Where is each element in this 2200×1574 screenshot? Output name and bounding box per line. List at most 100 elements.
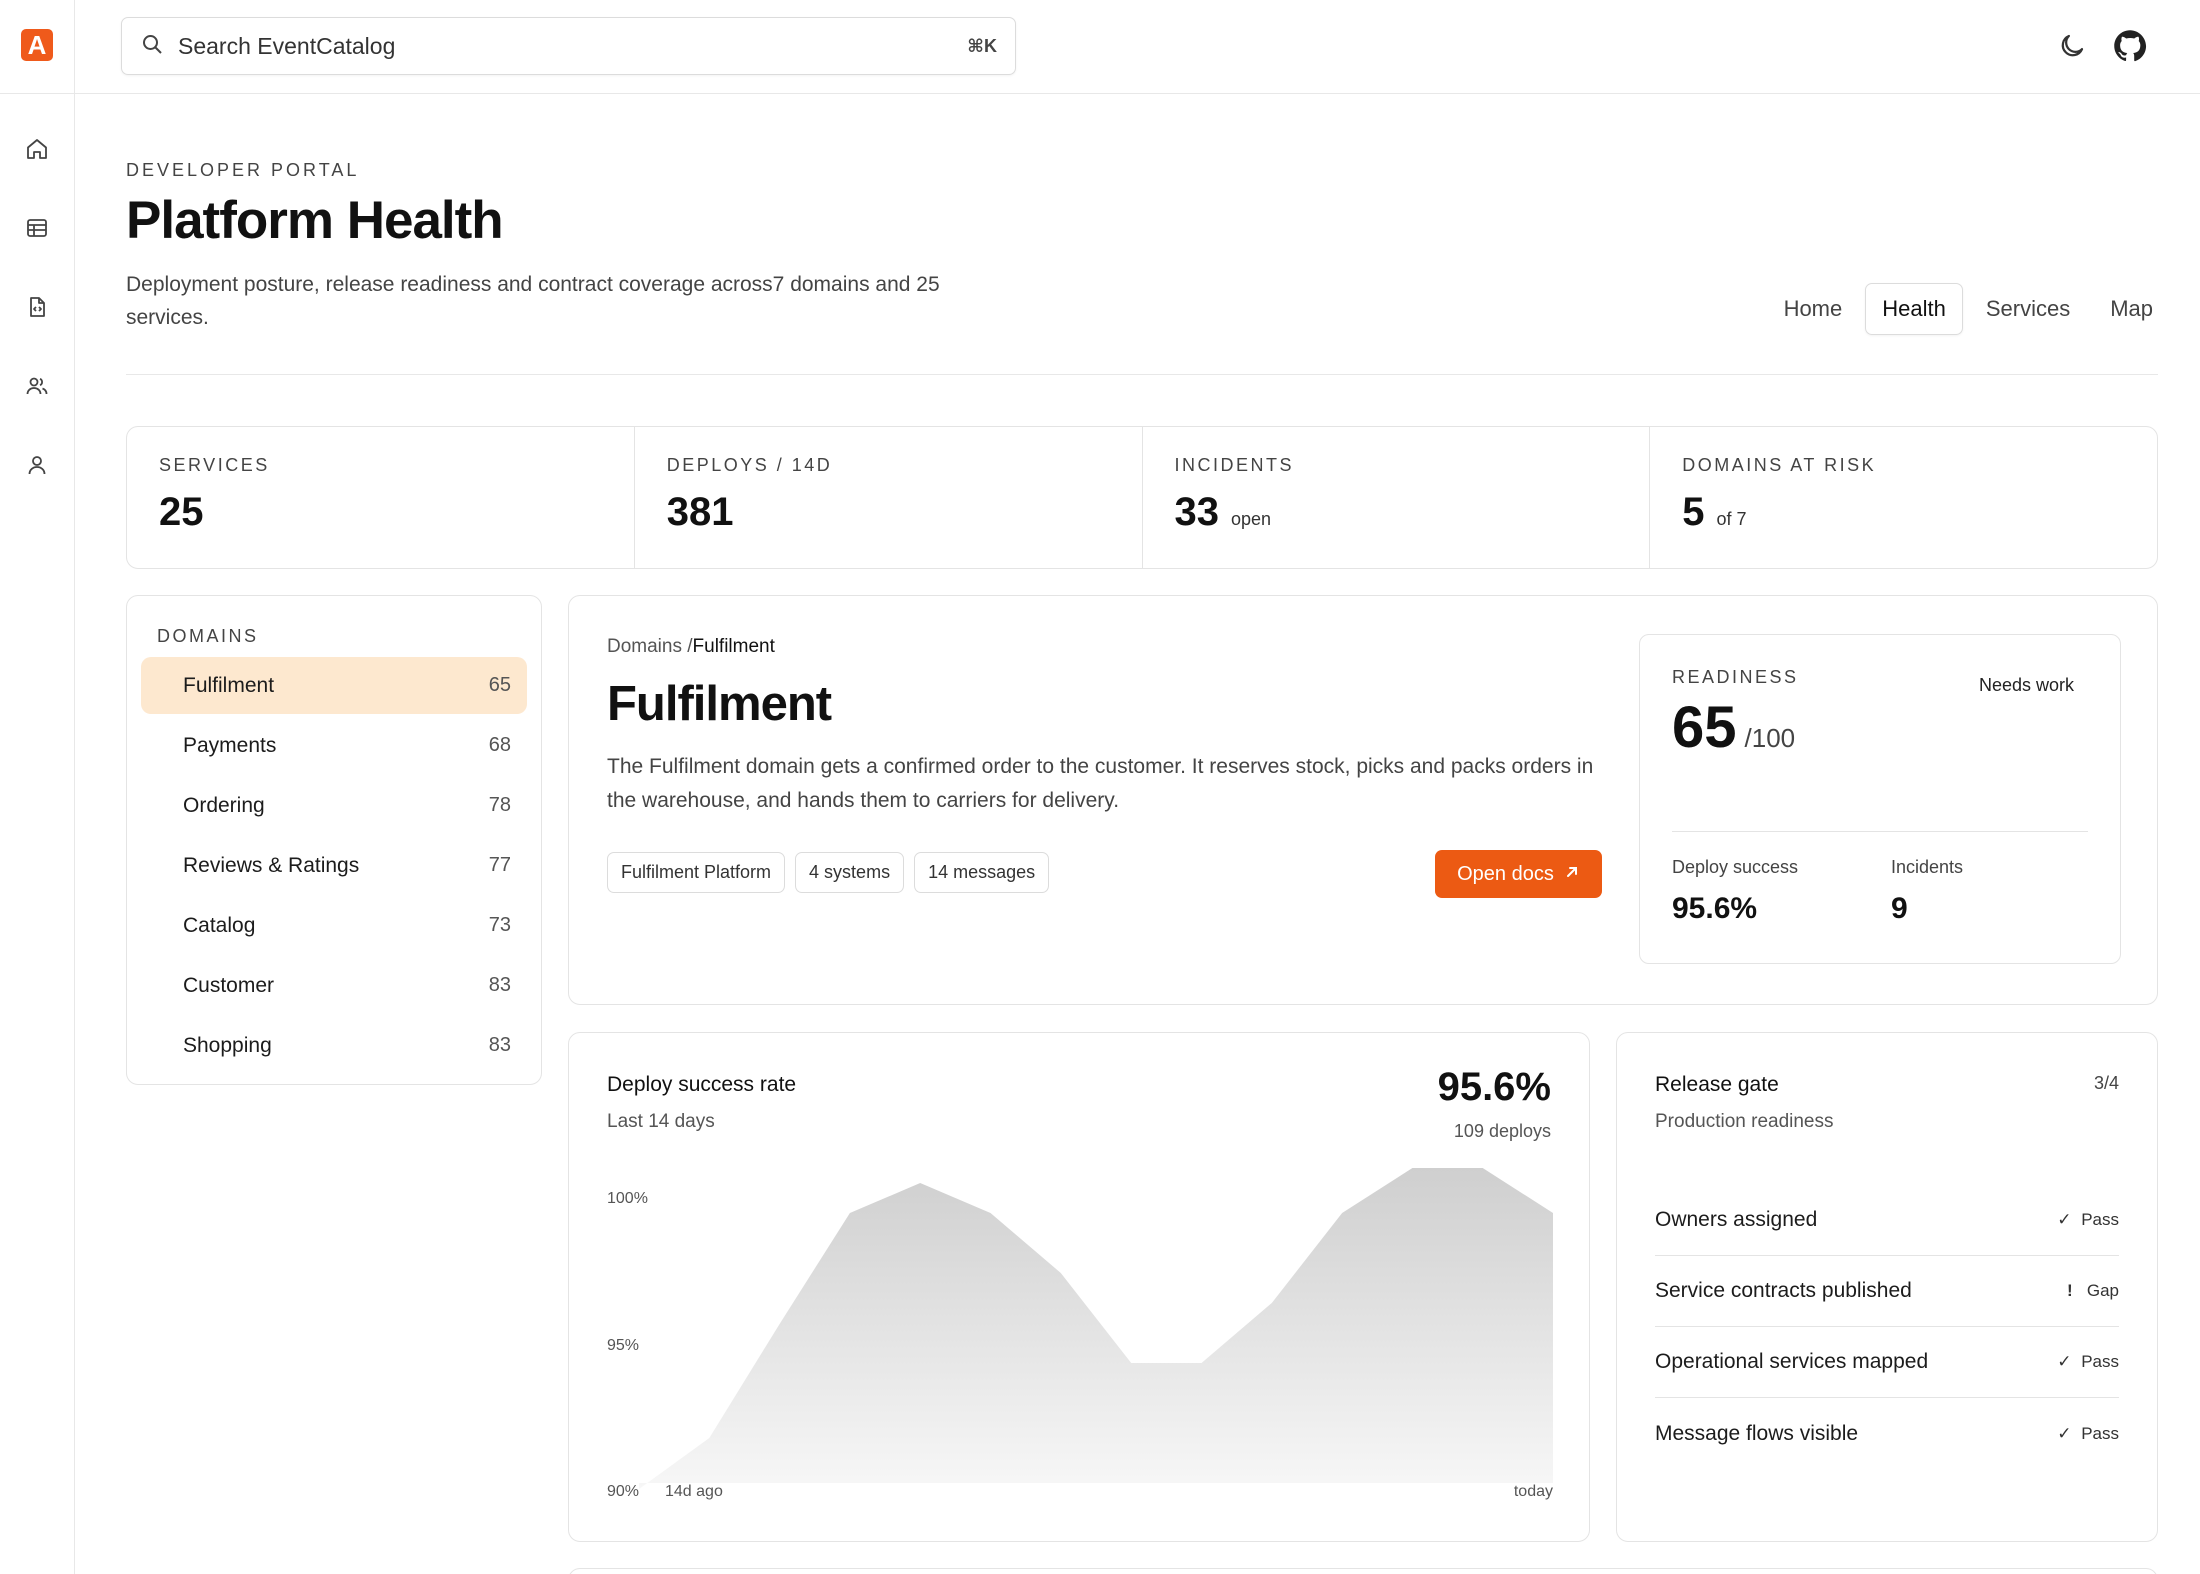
domain-item-payments[interactable]: Payments 68	[141, 717, 527, 774]
user-icon[interactable]	[22, 450, 52, 480]
breadcrumb-root[interactable]: Domains /	[607, 636, 693, 657]
readiness-status: Needs work	[1978, 675, 2074, 695]
left-rail: A	[0, 0, 75, 1574]
domain-name: Reviews & Ratings	[183, 853, 360, 877]
release-gate-title: Release gate	[1655, 1073, 1779, 1096]
deploy-success-chart: 100% 95% 90% 14d ago today	[607, 1168, 1553, 1500]
readiness-score-value: 65	[1672, 695, 1737, 760]
warning-icon: !	[2067, 1281, 2073, 1300]
code-file-icon[interactable]	[22, 292, 52, 322]
dark-mode-moon-icon[interactable]	[2052, 26, 2092, 66]
open-docs-button[interactable]: Open docs	[1435, 850, 1602, 898]
domains-header: DOMAINS	[157, 626, 259, 646]
arrow-up-right-icon	[1564, 863, 1580, 886]
domain-description: The Fulfilment domain gets a confirmed o…	[607, 755, 1594, 812]
domain-name: Catalog	[183, 913, 256, 937]
metric-value: 9	[1891, 892, 1908, 925]
search-input[interactable]: Search EventCatalog ⌘K	[121, 17, 1016, 75]
y-tick-label: 100%	[607, 1190, 648, 1207]
stat-value: 25	[159, 490, 204, 534]
domain-score: 68	[488, 734, 511, 756]
release-gate-count: 3/4	[2093, 1073, 2119, 1093]
gate-row-message-flows: Message flows visible ✓ Pass	[1655, 1398, 2119, 1469]
section-nav: Home Health Services Map	[1767, 283, 2170, 335]
readiness-score-denominator: /100	[1744, 723, 1796, 753]
users-icon[interactable]	[22, 371, 52, 401]
stats-strip: SERVICES 25 DEPLOYS / 14D 381 INCIDENTS …	[126, 426, 2158, 569]
gate-row-status: Pass	[2081, 1210, 2119, 1229]
next-section-card	[568, 1568, 2158, 1574]
search-icon	[140, 32, 164, 61]
domain-item-catalog[interactable]: Catalog 73	[141, 897, 527, 954]
chip-platform: Fulfilment Platform	[607, 852, 786, 893]
github-icon[interactable]	[2110, 26, 2150, 66]
domain-item-customer[interactable]: Customer 83	[141, 957, 527, 1014]
eventcatalog-logo[interactable]: A	[21, 29, 53, 61]
stat-incidents: INCIDENTS 33 open	[1143, 427, 1651, 568]
domain-item-shopping[interactable]: Shopping 83	[141, 1017, 527, 1074]
readiness-card: READINESS Needs work 65 /100 Deploy succ…	[1639, 634, 2121, 964]
domain-name: Payments	[183, 733, 277, 757]
search-placeholder: Search EventCatalog	[178, 32, 396, 59]
gate-row-label: Service contracts published	[1655, 1279, 1912, 1302]
deploy-success-metric: Deploy success 95.6%	[1672, 857, 1798, 926]
domain-item-ordering[interactable]: Ordering 78	[141, 777, 527, 834]
y-tick-label: 90%	[607, 1483, 639, 1500]
domain-title: Fulfilment	[607, 677, 832, 731]
stat-services: SERVICES 25	[127, 427, 635, 568]
domain-score: 65	[488, 674, 511, 696]
domain-score: 83	[488, 1034, 511, 1056]
rail-divider	[0, 93, 75, 94]
gate-row-status: Pass	[2081, 1352, 2119, 1371]
x-start-label: 14d ago	[665, 1483, 723, 1500]
stat-suffix: of 7	[1716, 509, 1747, 529]
page-eyebrow: DEVELOPER PORTAL	[126, 160, 360, 180]
domain-detail-card: Domains /Fulfilment Fulfilment The Fulfi…	[568, 595, 2158, 1005]
chip-messages: 14 messages	[914, 852, 1050, 893]
check-icon: ✓	[2057, 1423, 2072, 1443]
release-gate-rows: Owners assigned ✓ Pass Service contracts …	[1655, 1185, 2119, 1469]
tab-home[interactable]: Home	[1767, 283, 1860, 335]
home-icon[interactable]	[22, 134, 52, 164]
page-subtitle: Deployment posture, release readiness an…	[126, 273, 940, 329]
search-shortcut: ⌘K	[967, 35, 997, 56]
gate-row-label: Message flows visible	[1655, 1421, 1859, 1445]
metric-label: Deploy success	[1672, 857, 1799, 877]
header-divider	[126, 374, 2158, 375]
release-gate-subtitle: Production readiness	[1655, 1111, 1834, 1132]
tab-services[interactable]: Services	[1969, 283, 2087, 335]
chart-area	[639, 1168, 1553, 1489]
stat-domains-at-risk: DOMAINS AT RISK 5 of 7	[1650, 427, 2157, 568]
release-gate-card: Release gate Production readiness 3/4 Ow…	[1616, 1032, 2158, 1542]
tab-map[interactable]: Map	[2093, 283, 2170, 335]
domain-score: 77	[488, 854, 511, 876]
chip-systems: 4 systems	[795, 852, 905, 893]
domain-score: 83	[488, 974, 511, 996]
gate-row-status: Pass	[2081, 1423, 2119, 1443]
readiness-score: 65 /100	[1672, 694, 2088, 761]
stat-label: DEPLOYS / 14D	[666, 455, 833, 475]
tab-health[interactable]: Health	[1865, 283, 1963, 335]
breadcrumb: Domains /Fulfilment	[607, 636, 775, 658]
gate-row-operational: Operational services mapped ✓ Pass	[1655, 1327, 2119, 1398]
stat-value: 381	[666, 490, 734, 534]
table-icon[interactable]	[22, 213, 52, 243]
domain-name: Fulfilment	[183, 673, 275, 697]
check-icon: ✓	[2057, 1210, 2072, 1229]
incidents-metric: Incidents 9	[1891, 857, 1963, 926]
domain-score: 73	[488, 914, 511, 936]
metric-label: Incidents	[1891, 857, 1964, 877]
stat-suffix: open	[1231, 509, 1272, 529]
domain-score: 78	[488, 794, 511, 816]
domain-item-fulfilment[interactable]: Fulfilment 65	[141, 657, 527, 714]
gate-row-owners: Owners assigned ✓ Pass	[1655, 1185, 2119, 1256]
domain-item-reviews-ratings[interactable]: Reviews & Ratings 77	[141, 837, 527, 894]
gate-row-label: Operational services mapped	[1655, 1350, 1929, 1373]
readiness-divider	[1672, 831, 2088, 832]
check-icon: ✓	[2057, 1352, 2072, 1371]
y-tick-label: 95%	[607, 1337, 639, 1354]
stat-deploys: DEPLOYS / 14D 381	[635, 427, 1143, 568]
gate-row-contracts: Service contracts published ! Gap	[1655, 1256, 2119, 1327]
domain-name: Ordering	[183, 793, 265, 817]
gate-row-status: Gap	[2086, 1281, 2119, 1300]
